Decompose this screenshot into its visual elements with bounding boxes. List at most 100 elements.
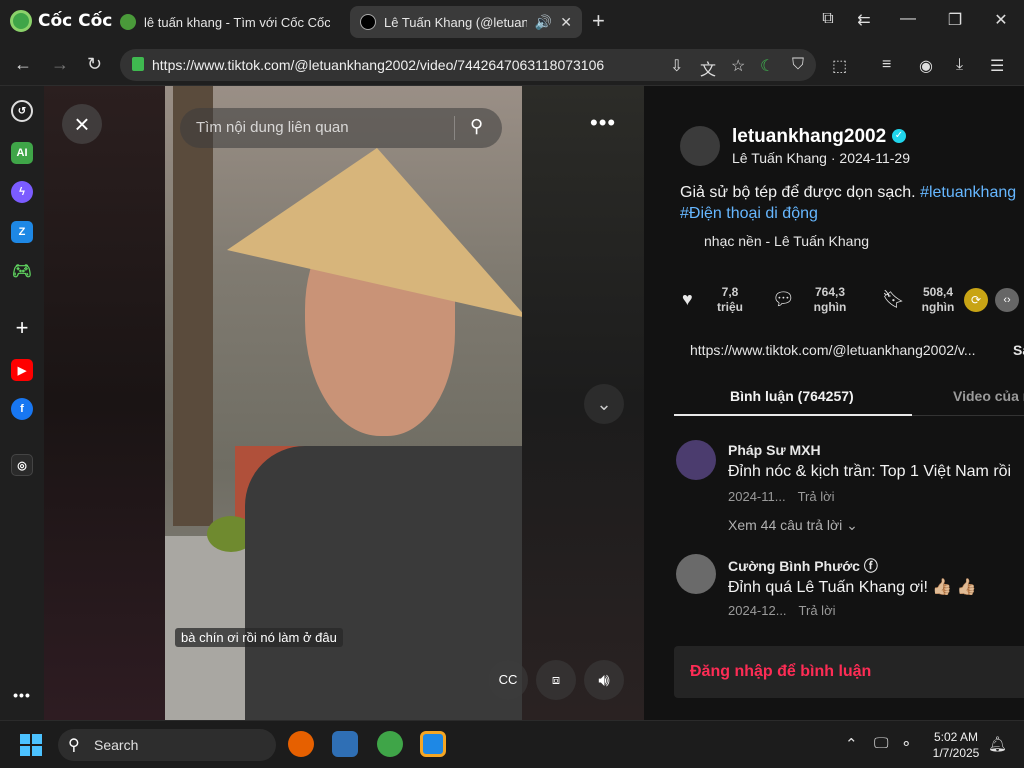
commenter-name[interactable]: Cường Bình Phước ⓕ	[728, 556, 878, 576]
reload-button[interactable]: ↻	[87, 54, 102, 75]
messenger-icon[interactable]: ϟ	[11, 181, 33, 203]
close-tab-icon[interactable]: ✕	[560, 14, 572, 31]
floating-player-icon[interactable]: ⧈	[536, 660, 576, 700]
more-icon[interactable]: •••	[11, 684, 33, 706]
coccoc-taskbar-icon[interactable]	[377, 731, 403, 757]
login-to-comment-bar[interactable]: Đăng nhập để bình luận	[674, 646, 1024, 698]
comment-text: Đỉnh quá Lê Tuấn Khang ơi! 👍🏼 👍🏼	[728, 579, 977, 596]
hashtag-link[interactable]: #Điện thoại di động	[680, 205, 818, 222]
close-video-button[interactable]: ×	[62, 104, 102, 144]
screen-capture-icon[interactable]: ⧉	[816, 10, 840, 28]
profile-icon[interactable]: ◉	[919, 56, 933, 76]
copy-link-button[interactable]: Sa	[1013, 342, 1024, 358]
games-icon[interactable]: 🎮︎	[11, 260, 33, 282]
video-link[interactable]: https://www.tiktok.com/@letuankhang2002/…	[690, 342, 976, 358]
author-username[interactable]: letuankhang2002	[732, 126, 886, 148]
url-text: https://www.tiktok.com/@letuankhang2002/…	[152, 57, 605, 73]
repost-icon[interactable]: ⟳	[964, 288, 988, 312]
likes-count: 7,8 triệu	[716, 285, 743, 314]
youtube-icon[interactable]: ▶	[11, 359, 33, 381]
author-avatar[interactable]	[680, 126, 720, 166]
clock-date: 1/7/2025	[932, 746, 980, 760]
speaker-icon[interactable]: 🔊	[535, 14, 552, 31]
minimize-button[interactable]: —	[896, 10, 920, 28]
related-search-box[interactable]: Tìm nội dung liên quan ⚲	[180, 108, 502, 148]
music-link[interactable]: nhạc nền - Lê Tuấn Khang	[704, 233, 869, 249]
coccoc-2024-icon[interactable]: ◎	[11, 454, 33, 476]
windows-start-icon[interactable]	[20, 734, 42, 756]
tab-title: lê tuấn khang - Tìm với Cốc Cốc	[144, 14, 330, 30]
maximize-button[interactable]: ❐	[943, 10, 967, 30]
search-divider	[454, 116, 455, 140]
facebook-icon[interactable]: f	[11, 398, 33, 420]
search-placeholder: Tìm nội dung liên quan	[196, 119, 349, 136]
reply-button[interactable]: Trả lời	[799, 603, 836, 618]
video-player[interactable]: × Tìm nội dung liên quan ⚲ ••• ⌄ bà chín…	[44, 86, 644, 720]
commenter-avatar[interactable]	[676, 554, 716, 594]
video-person-body	[245, 446, 522, 720]
comment-tabs: Bình luận (764257) Video của n	[674, 382, 1024, 416]
notification-bell-icon[interactable]: 🔔︎	[988, 735, 1007, 753]
browser-sidebar: ↺ AI ϟ Z 🎮︎ + ▶ f ◎ •••	[0, 86, 44, 720]
browser-toolbar: ← → ↻ https://www.tiktok.com/@letuankhan…	[0, 44, 1024, 86]
search-icon[interactable]: ⚲	[470, 116, 483, 137]
volume-muted-icon[interactable]: ⚬	[900, 735, 913, 753]
coccoc-logo-icon	[10, 10, 32, 32]
downloads-icon[interactable]: ⤓	[956, 56, 963, 74]
tiktok-tab-icon	[360, 14, 376, 30]
taskbar-search[interactable]: ⚲ Search	[58, 729, 276, 761]
show-hidden-icons-chevron-icon[interactable]: ⌃	[845, 735, 858, 753]
app-taskbar-icon[interactable]	[420, 731, 446, 757]
close-window-button[interactable]: ✕	[989, 10, 1013, 30]
shield-icon[interactable]: ⛉	[792, 56, 804, 74]
menu-icon[interactable]: ☰	[990, 56, 1004, 76]
ai-assistant-icon[interactable]: AI	[11, 142, 33, 164]
firefox-icon[interactable]	[288, 731, 314, 757]
clock-time: 5:02 AM	[933, 730, 979, 744]
video-details-panel: letuankhang2002 ✓ Lê Tuấn Khang · 2024-1…	[644, 86, 1024, 720]
video-description: Giả sử bộ tép để được dọn sạch. #letuank…	[680, 182, 1024, 224]
address-bar[interactable]: https://www.tiktok.com/@letuankhang2002/…	[120, 49, 816, 81]
zalo-icon[interactable]: Z	[11, 221, 33, 243]
tab-search[interactable]: lê tuấn khang - Tìm với Cốc Cốc	[110, 6, 340, 38]
reply-button[interactable]: Trả lời	[798, 489, 835, 504]
dark-mode-icon[interactable]: ☾	[760, 56, 774, 76]
bookmark-star-icon[interactable]: ☆	[731, 56, 745, 76]
network-icon[interactable]: 🖵︎	[874, 735, 888, 752]
verified-badge-icon: ✓	[892, 129, 906, 143]
photos-app-icon[interactable]	[332, 731, 358, 757]
taskbar-search-label: Search	[94, 737, 139, 753]
new-tab-button[interactable]: +	[592, 8, 605, 34]
extensions-icon[interactable]: ⬚	[832, 56, 847, 76]
media-control-icon[interactable]: ≡	[882, 56, 891, 74]
tab-comments[interactable]: Bình luận (764257)	[730, 388, 854, 404]
commenter-name[interactable]: Pháp Sư MXH	[728, 442, 821, 458]
video-frame[interactable]	[165, 86, 522, 720]
volume-icon[interactable]: 🔊︎	[584, 660, 624, 700]
more-options-icon[interactable]: •••	[590, 110, 616, 136]
add-sidebar-app-icon[interactable]: +	[11, 315, 33, 340]
embed-icon[interactable]: ‹›	[995, 288, 1019, 312]
commenter-avatar[interactable]	[676, 440, 716, 480]
like-heart-icon[interactable]: ♥	[682, 289, 693, 310]
hashtag-link[interactable]: #letuankhang	[920, 184, 1016, 201]
saves-count: 508,4 nghìn	[921, 285, 955, 314]
tab-creator-videos[interactable]: Video của n	[953, 388, 1024, 404]
captions-icon[interactable]: CC	[488, 660, 528, 700]
comment-icon[interactable]: 💬︎	[772, 289, 795, 310]
tab-search-icon[interactable]: ⇇	[852, 10, 876, 30]
login-to-comment-text[interactable]: Đăng nhập để bình luận	[690, 663, 871, 681]
bookmark-icon[interactable]: 🔖︎	[882, 289, 905, 310]
install-app-icon[interactable]: ⇩	[670, 56, 683, 76]
view-replies-button[interactable]: Xem 44 câu trả lời ⌄	[728, 517, 858, 534]
history-icon[interactable]: ↺	[11, 100, 33, 122]
translate-icon[interactable]: 文	[700, 56, 716, 80]
browser-brand[interactable]: Cốc Cốc	[10, 10, 112, 32]
video-blur-right	[522, 86, 644, 720]
description-text: Giả sử bộ tép để được dọn sạch.	[680, 184, 916, 201]
back-button[interactable]: ←	[14, 54, 32, 75]
tab-tiktok[interactable]: Lê Tuấn Khang (@letuank 🔊 ✕	[350, 6, 582, 38]
next-video-chevron-down-icon[interactable]: ⌄	[584, 384, 624, 424]
taskbar-clock[interactable]: 5:02 AM 1/7/2025	[926, 729, 986, 761]
forward-button[interactable]: →	[51, 54, 69, 75]
